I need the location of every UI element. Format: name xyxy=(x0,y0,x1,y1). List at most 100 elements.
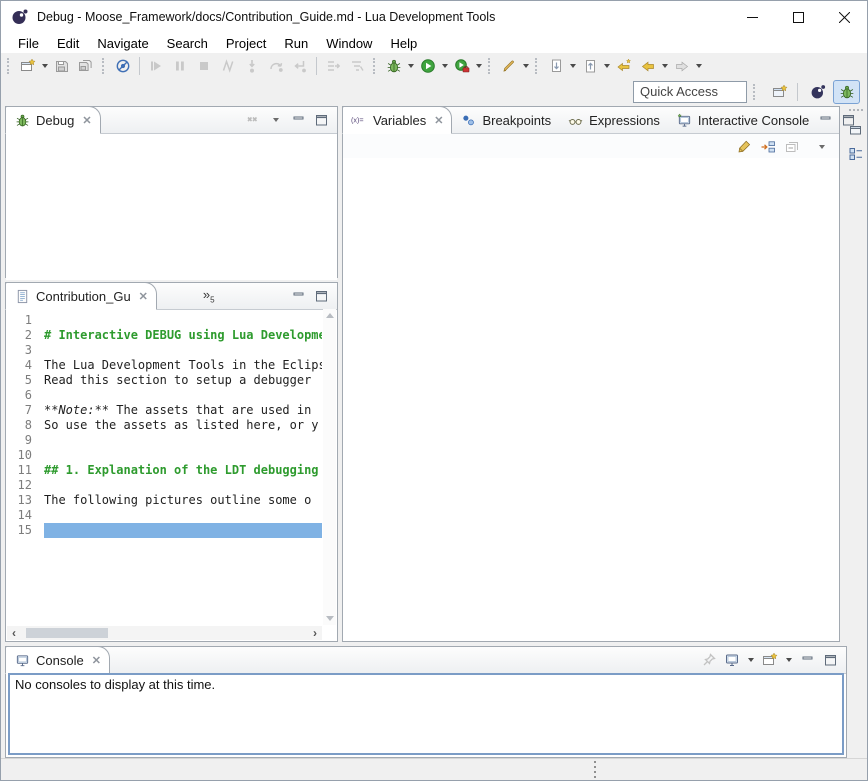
code-line-3[interactable]: 3 xyxy=(6,343,322,358)
open-perspective-button[interactable] xyxy=(766,80,793,104)
menu-file[interactable]: File xyxy=(9,36,48,51)
status-bar-drag-handle[interactable] xyxy=(594,761,596,778)
marker-pen-dropdown-icon[interactable] xyxy=(521,55,531,77)
back-history-icon[interactable] xyxy=(636,55,660,77)
code-line-10[interactable]: 10 xyxy=(6,448,322,463)
run-external-tools-dropdown-icon[interactable] xyxy=(474,55,484,77)
code-line-9[interactable]: 9 xyxy=(6,433,322,448)
minimize-view-icon[interactable] xyxy=(290,112,307,129)
open-console-dropdown-icon[interactable] xyxy=(784,652,793,669)
trim-drag-handle[interactable] xyxy=(849,109,863,114)
minimize-view-icon[interactable] xyxy=(290,288,307,305)
line-number: 4 xyxy=(6,358,44,373)
remove-all-terminated-icon[interactable] xyxy=(244,112,261,129)
marker-pen-icon[interactable] xyxy=(497,55,521,77)
quick-access-input[interactable] xyxy=(633,81,747,103)
editor-content[interactable]: 12# Interactive DEBUG using Lua Developm… xyxy=(6,309,337,641)
breakpoints-icon xyxy=(460,112,477,129)
code-area[interactable]: 12# Interactive DEBUG using Lua Developm… xyxy=(6,309,322,625)
menu-run[interactable]: Run xyxy=(275,36,317,51)
menu-search[interactable]: Search xyxy=(158,36,217,51)
code-text xyxy=(44,478,322,493)
new-wizard-dropdown-icon[interactable] xyxy=(40,55,50,77)
menu-edit[interactable]: Edit xyxy=(48,36,88,51)
display-selected-console-icon[interactable] xyxy=(723,652,740,669)
scroll-down-icon[interactable] xyxy=(326,616,334,621)
menu-bar: File Edit Navigate Search Project Run Wi… xyxy=(1,33,867,53)
console-content[interactable]: No consoles to display at this time. xyxy=(8,673,844,755)
previous-annotation-dropdown-icon[interactable] xyxy=(602,55,612,77)
code-line-1[interactable]: 1 xyxy=(6,313,322,328)
minimize-view-icon[interactable] xyxy=(817,112,834,129)
code-line-5[interactable]: 5Read this section to setup a debugger xyxy=(6,373,322,388)
maximize-view-icon[interactable] xyxy=(822,652,839,669)
forward-history-dropdown-icon[interactable] xyxy=(694,55,704,77)
menu-navigate[interactable]: Navigate xyxy=(88,36,157,51)
tab-interactive-console[interactable]: Interactive Console xyxy=(668,107,817,133)
horizontal-scrollbar[interactable]: ‹ › xyxy=(7,626,322,640)
debug-icon[interactable] xyxy=(382,55,406,77)
restore-view-icon[interactable] xyxy=(848,121,865,138)
new-wizard-icon[interactable] xyxy=(16,55,40,77)
tab-contribution-guide[interactable]: Contribution_Gu ✕ xyxy=(5,282,157,310)
view-menu-icon[interactable] xyxy=(267,112,284,129)
tab-breakpoints[interactable]: Breakpoints xyxy=(452,107,559,133)
hidden-editors-chevron[interactable]: »5 xyxy=(199,283,219,309)
menu-help[interactable]: Help xyxy=(381,36,426,51)
code-line-6[interactable]: 6 xyxy=(6,388,322,403)
scroll-right-icon[interactable]: › xyxy=(308,626,322,640)
next-annotation-dropdown-icon[interactable] xyxy=(568,55,578,77)
skip-all-breakpoints-icon[interactable] xyxy=(111,55,135,77)
minimize-view-icon[interactable] xyxy=(799,652,816,669)
close-tab-icon[interactable]: ✕ xyxy=(82,114,91,127)
tab-console[interactable]: Console ✕ xyxy=(5,646,110,674)
outline-view-icon[interactable] xyxy=(848,145,865,162)
code-line-14[interactable]: 14 xyxy=(6,508,322,523)
collapse-all-icon[interactable] xyxy=(783,138,800,155)
show-logical-structure-icon[interactable] xyxy=(759,138,776,155)
maximize-view-icon[interactable] xyxy=(313,288,330,305)
code-line-4[interactable]: 4The Lua Development Tools in the Eclips… xyxy=(6,358,322,373)
close-tab-icon[interactable]: ✕ xyxy=(92,654,101,667)
tab-variables[interactable]: (x)= Variables ✕ xyxy=(342,106,452,134)
run-dropdown-icon[interactable] xyxy=(440,55,450,77)
open-console-icon[interactable] xyxy=(761,652,778,669)
variables-content[interactable] xyxy=(343,158,839,641)
pin-console-icon[interactable] xyxy=(700,652,717,669)
tab-debug[interactable]: Debug ✕ xyxy=(5,106,101,134)
menu-project[interactable]: Project xyxy=(217,36,275,51)
close-window-icon[interactable] xyxy=(821,1,867,33)
run-icon[interactable] xyxy=(416,55,440,77)
display-console-dropdown-icon[interactable] xyxy=(746,652,755,669)
debug-perspective-button[interactable] xyxy=(833,80,860,104)
code-line-12[interactable]: 12 xyxy=(6,478,322,493)
code-line-7[interactable]: 7**Note:** The assets that are used in xyxy=(6,403,322,418)
last-edit-location-icon[interactable] xyxy=(612,55,636,77)
vertical-scrollbar[interactable] xyxy=(323,309,336,625)
view-menu-icon[interactable] xyxy=(813,138,830,155)
code-line-8[interactable]: 8So use the assets as listed here, or y xyxy=(6,418,322,433)
show-type-names-icon[interactable] xyxy=(735,138,752,155)
maximize-view-icon[interactable] xyxy=(313,112,330,129)
scroll-left-icon[interactable]: ‹ xyxy=(7,626,21,640)
code-line-2[interactable]: 2# Interactive DEBUG using Lua Developme… xyxy=(6,328,322,343)
previous-annotation-icon[interactable] xyxy=(578,55,602,77)
minimize-window-icon[interactable] xyxy=(729,1,775,33)
menu-window[interactable]: Window xyxy=(317,36,381,51)
line-number: 14 xyxy=(6,508,44,523)
lua-perspective-button[interactable] xyxy=(804,80,831,104)
maximize-window-icon[interactable] xyxy=(775,1,821,33)
scrollbar-thumb[interactable] xyxy=(26,628,108,638)
back-history-dropdown-icon[interactable] xyxy=(660,55,670,77)
tab-expressions[interactable]: Expressions xyxy=(559,107,668,133)
code-line-15[interactable]: 15 xyxy=(6,523,322,538)
scroll-up-icon[interactable] xyxy=(326,313,334,318)
close-tab-icon[interactable]: ✕ xyxy=(434,114,443,127)
next-annotation-icon[interactable] xyxy=(544,55,568,77)
close-tab-icon[interactable]: ✕ xyxy=(139,290,148,303)
debug-view-content[interactable] xyxy=(6,134,337,280)
debug-dropdown-icon[interactable] xyxy=(406,55,416,77)
code-line-11[interactable]: 11## 1. Explanation of the LDT debugging xyxy=(6,463,322,478)
run-external-tools-icon[interactable] xyxy=(450,55,474,77)
code-line-13[interactable]: 13The following pictures outline some o xyxy=(6,493,322,508)
